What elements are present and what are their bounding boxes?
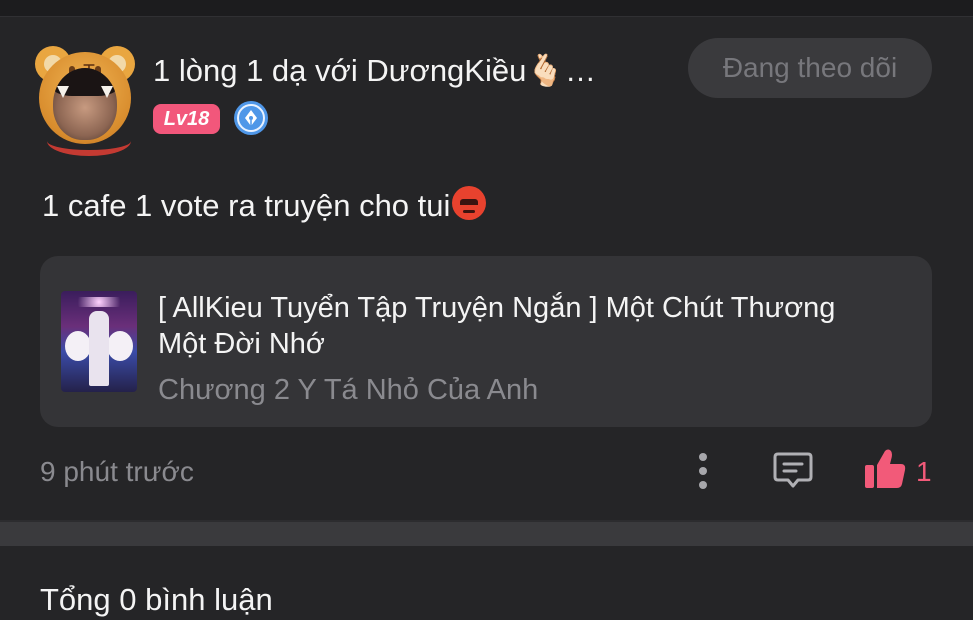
following-button[interactable]: Đang theo dõi <box>688 38 932 98</box>
hood-tooth <box>57 86 69 98</box>
thumbs-up-icon[interactable] <box>863 448 907 490</box>
cover-wing-left <box>65 331 91 361</box>
like-count: 1 <box>916 456 932 487</box>
story-card[interactable]: [ AllKieu Tuyển Tập Truyện Ngắn ] Một Ch… <box>40 256 932 427</box>
section-separator <box>0 520 973 546</box>
top-bar-strip <box>0 0 973 16</box>
top-divider <box>0 16 973 17</box>
post-text: 1 cafe 1 vote ra truyện cho tui <box>42 186 487 226</box>
cover-figure <box>89 311 109 386</box>
pen-nib-badge-icon <box>234 101 268 135</box>
more-vertical-icon[interactable] <box>694 452 712 490</box>
angry-face-emoji <box>452 186 487 220</box>
avatar-photo <box>53 68 117 140</box>
story-chapter: Chương 2 Y Tá Nhỏ Của Anh <box>158 374 539 406</box>
hood-tooth <box>101 86 113 98</box>
post-timestamp: 9 phút trước <box>40 456 194 487</box>
level-badge: Lv18 <box>153 104 220 134</box>
post-text-content: 1 cafe 1 vote ra truyện cho tui <box>42 188 451 223</box>
story-cover-image <box>61 291 137 392</box>
cover-stage-lights <box>69 297 129 307</box>
author-name[interactable]: 1 lòng 1 dạ với DươngKiều🫰🏻… <box>153 51 648 91</box>
cover-wing-right <box>107 331 133 361</box>
story-title: [ AllKieu Tuyển Tập Truyện Ngắn ] Một Ch… <box>158 292 836 360</box>
author-avatar[interactable]: 王 <box>35 46 135 156</box>
comments-total-heading: Tổng 0 bình luận <box>40 582 273 617</box>
comment-icon[interactable] <box>772 450 814 490</box>
